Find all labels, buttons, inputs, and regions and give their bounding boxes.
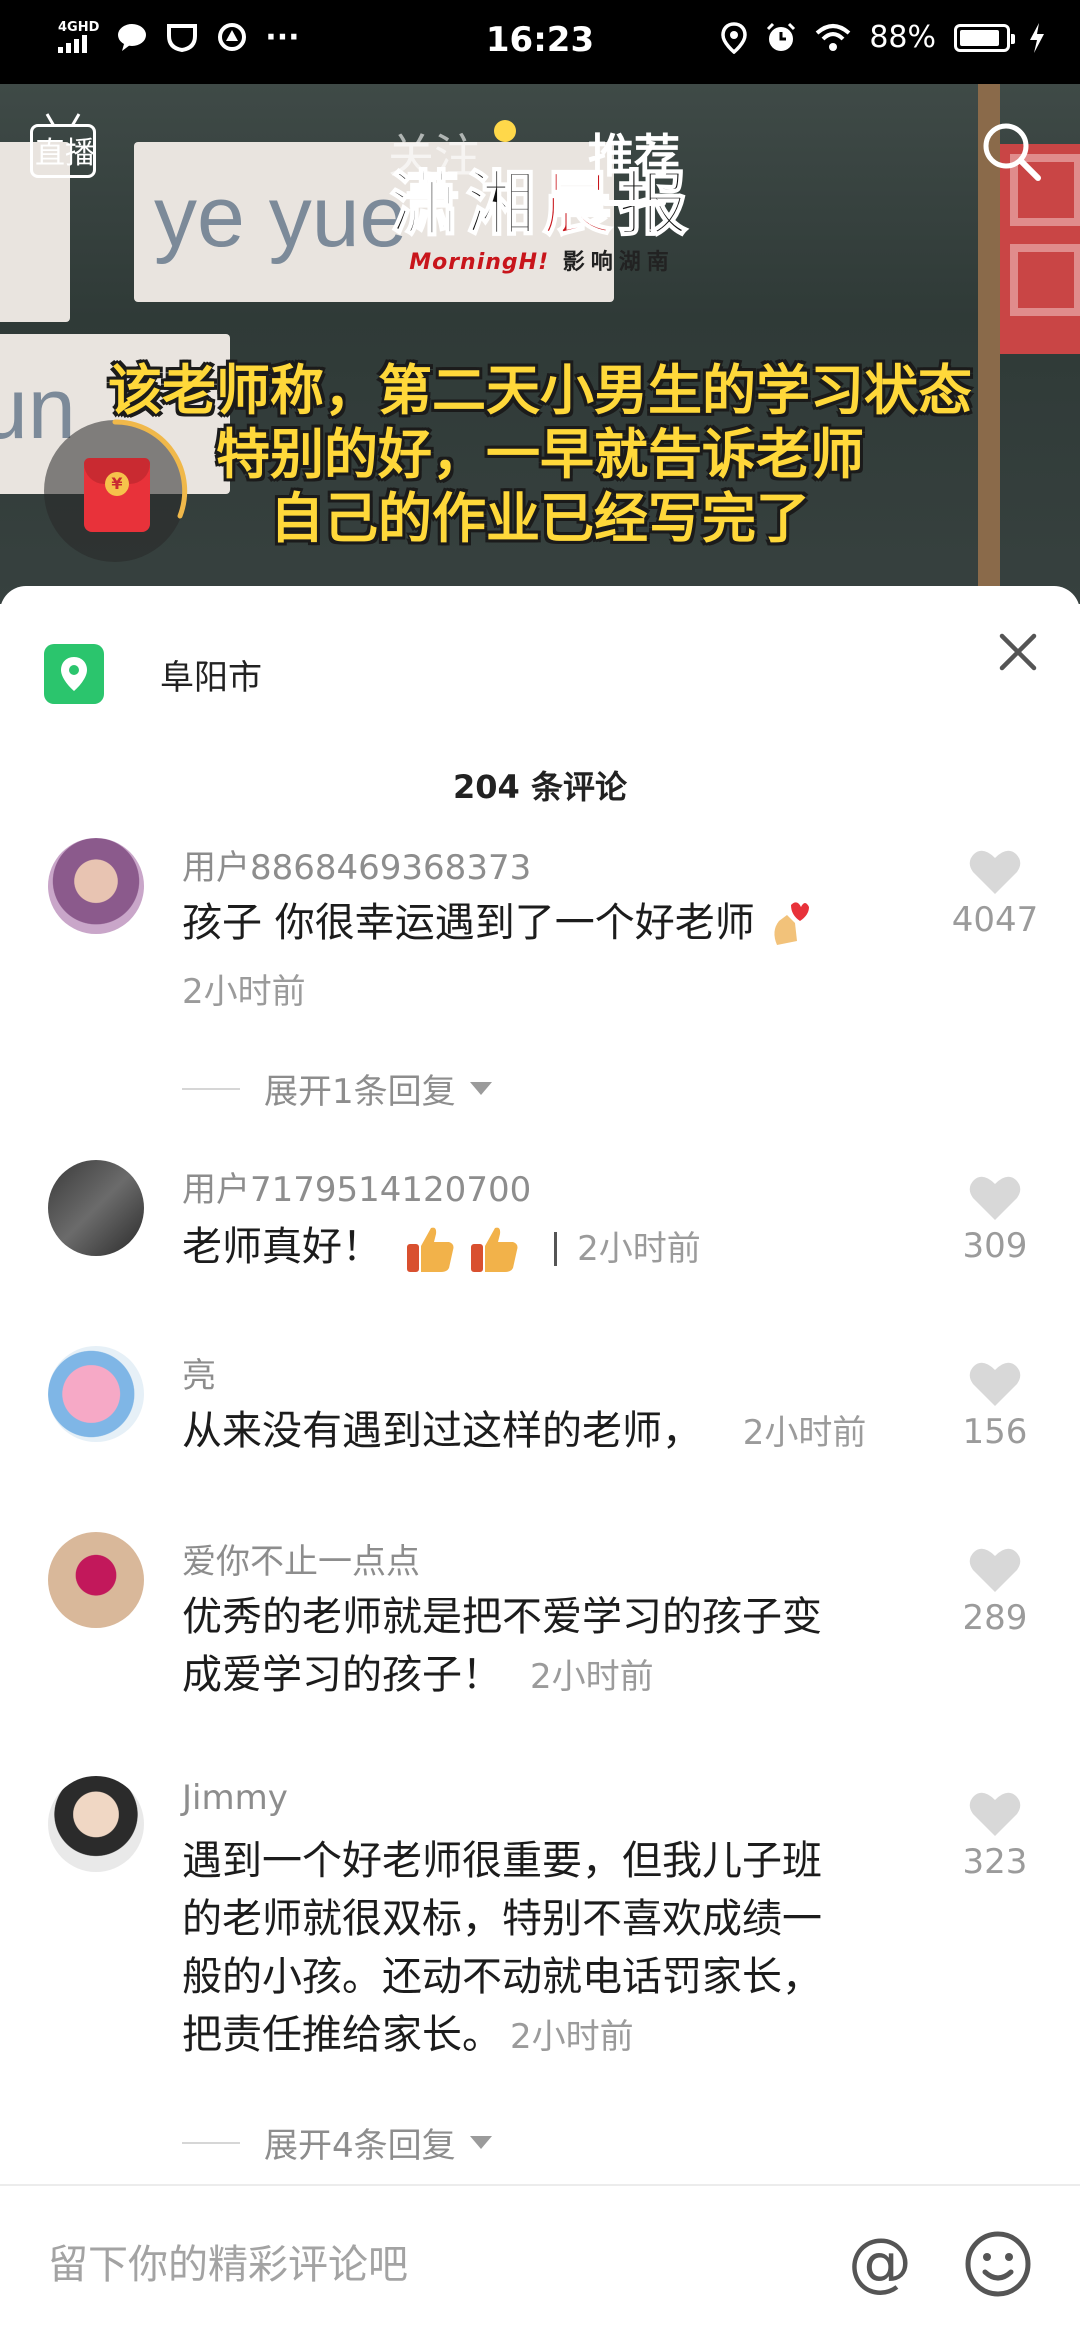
emoji-icon[interactable] xyxy=(958,2224,1038,2304)
comment-time: 2小时前 xyxy=(742,1413,867,1453)
like-button[interactable]: 156 xyxy=(940,1360,1050,1452)
logo-sub: MorningH! 影响湖南 xyxy=(362,244,722,276)
like-button[interactable]: 309 xyxy=(940,1174,1050,1266)
comment-text: 从来没有遇到过这样的老师， 2小时前 xyxy=(182,1402,942,1462)
comment-text: 老师真好！ 2小时前 xyxy=(182,1218,922,1278)
comment-input-bar: @ xyxy=(0,2184,1080,2340)
thumbs-up-icon xyxy=(471,1227,518,1272)
expand-replies-label: 展开4条回复 xyxy=(264,2126,456,2166)
comment-body: 孩子 你很幸运遇到了一个好老师 xyxy=(182,900,755,946)
close-icon[interactable] xyxy=(988,622,1048,682)
heart-icon xyxy=(969,1792,1021,1836)
mention-button[interactable]: @ xyxy=(842,2226,918,2302)
location-pin-icon xyxy=(721,21,748,54)
status-bar: 4GHD ··· 16:23 88% xyxy=(0,0,1080,84)
comment-username[interactable]: 用户7179514120700 xyxy=(182,1162,531,1211)
thumbs-up-icon xyxy=(406,1227,454,1272)
comment-username[interactable]: 用户8868469368373 xyxy=(182,840,531,889)
comment-time: 2小时前 xyxy=(510,2017,634,2057)
expand-replies-label: 展开1条回复 xyxy=(264,1072,456,1112)
comment-line: 的老师就很双标，特别不喜欢成绩一 xyxy=(182,1896,822,1942)
finger-heart-icon xyxy=(774,902,810,945)
alarm-icon xyxy=(767,22,796,51)
comment-count: 204 条评论 xyxy=(453,768,627,806)
logo-sub-b: 影响湖南 xyxy=(562,250,675,275)
comment-line: 把责任推给家长。 xyxy=(182,2012,502,2058)
comment-text: 孩子 你很幸运遇到了一个好老师 xyxy=(182,894,922,952)
wifi-icon xyxy=(815,23,851,51)
logo-sub-a: MorningH! xyxy=(409,250,550,275)
like-button[interactable]: 289 xyxy=(940,1546,1050,1638)
avatar[interactable] xyxy=(48,838,144,934)
location-row[interactable]: 阜阳市 xyxy=(44,642,262,706)
location-label: 阜阳市 xyxy=(160,657,262,698)
caret-down-icon xyxy=(469,1082,492,1095)
like-count: 323 xyxy=(962,1842,1028,1882)
comment-text: 遇到一个好老师很重要，但我儿子班 的老师就很双标，特别不喜欢成绩一 般的小孩。还… xyxy=(182,1832,922,2066)
caption-line: 自己的作业已经写完了 xyxy=(270,487,810,550)
active-tab-indicator xyxy=(602,200,666,206)
avatar[interactable] xyxy=(48,1776,144,1872)
red-envelope-icon: ¥ xyxy=(84,458,150,532)
comment-username[interactable]: 亮 xyxy=(182,1348,216,1397)
tab-recommend[interactable]: 推荐 xyxy=(588,120,680,186)
comment-username[interactable]: Jimmy xyxy=(182,1778,288,1818)
caret-down-icon xyxy=(469,2136,492,2149)
comment-time: 2小时前 xyxy=(577,1229,701,1269)
caption-line: 特别的好，一早就告诉老师 xyxy=(216,423,864,486)
comment-body: 从来没有遇到过这样的老师， xyxy=(182,1408,702,1454)
red-packet-button[interactable]: ¥ xyxy=(44,419,188,562)
comment-line: 成爱学习的孩子！ xyxy=(182,1652,502,1698)
expand-replies-button[interactable]: 展开1条回复 xyxy=(182,1064,492,1113)
battery-icon xyxy=(954,23,1015,52)
comment-body: 老师真好！ xyxy=(182,1224,382,1270)
tab-follow[interactable]: 关注 xyxy=(388,120,480,186)
live-button[interactable]: 直播 xyxy=(30,114,100,178)
live-label: 直播 xyxy=(35,136,95,171)
battery-fill xyxy=(960,29,999,46)
comment-line: 遇到一个好老师很重要，但我儿子班 xyxy=(182,1838,822,1884)
search-icon[interactable] xyxy=(978,118,1044,184)
comment-sheet: 阜阳市 204 条评论 用户8868469368373 孩子 你很幸运遇到了一个… xyxy=(0,586,1080,2340)
comment-time: 2小时前 xyxy=(182,972,306,1012)
video-caption: 该老师称，第二天小男生的学习状态 特别的好，一早就告诉老师 自己的作业已经写完了 xyxy=(40,359,1040,551)
like-count: 309 xyxy=(962,1226,1028,1266)
top-navigation: 直播 关注 推荐 xyxy=(0,84,1080,206)
like-button[interactable]: 4047 xyxy=(940,848,1050,940)
expand-replies-button[interactable]: 展开4条回复 xyxy=(182,2118,492,2167)
heart-icon xyxy=(969,850,1021,894)
comment-username[interactable]: 爱你不止一点点 xyxy=(182,1534,420,1583)
like-button[interactable]: 323 xyxy=(940,1790,1050,1882)
heart-icon xyxy=(969,1362,1021,1406)
like-count: 4047 xyxy=(951,900,1039,940)
avatar[interactable] xyxy=(48,1532,144,1628)
comment-line: 般的小孩。还动不动就电话罚家长， xyxy=(182,1954,822,2000)
heart-icon xyxy=(969,1548,1021,1592)
comment-text: 优秀的老师就是把不爱学习的孩子变 成爱学习的孩子！ 2小时前 xyxy=(182,1588,922,1706)
like-count: 156 xyxy=(962,1412,1028,1452)
battery-percent: 88% xyxy=(869,20,936,55)
new-content-dot xyxy=(494,120,516,142)
avatar[interactable] xyxy=(48,1160,144,1256)
caption-line: 该老师称，第二天小男生的学习状态 xyxy=(108,359,972,422)
comment-time: 2小时前 xyxy=(530,1657,654,1697)
heart-icon xyxy=(969,1176,1021,1220)
status-right-icons: 88% xyxy=(721,20,1046,55)
charging-icon xyxy=(1030,22,1044,53)
comment-input[interactable] xyxy=(48,2230,808,2300)
location-pin-icon xyxy=(44,644,104,704)
avatar[interactable] xyxy=(48,1346,144,1442)
comment-line: 优秀的老师就是把不爱学习的孩子变 xyxy=(182,1594,822,1640)
like-count: 289 xyxy=(962,1598,1028,1638)
